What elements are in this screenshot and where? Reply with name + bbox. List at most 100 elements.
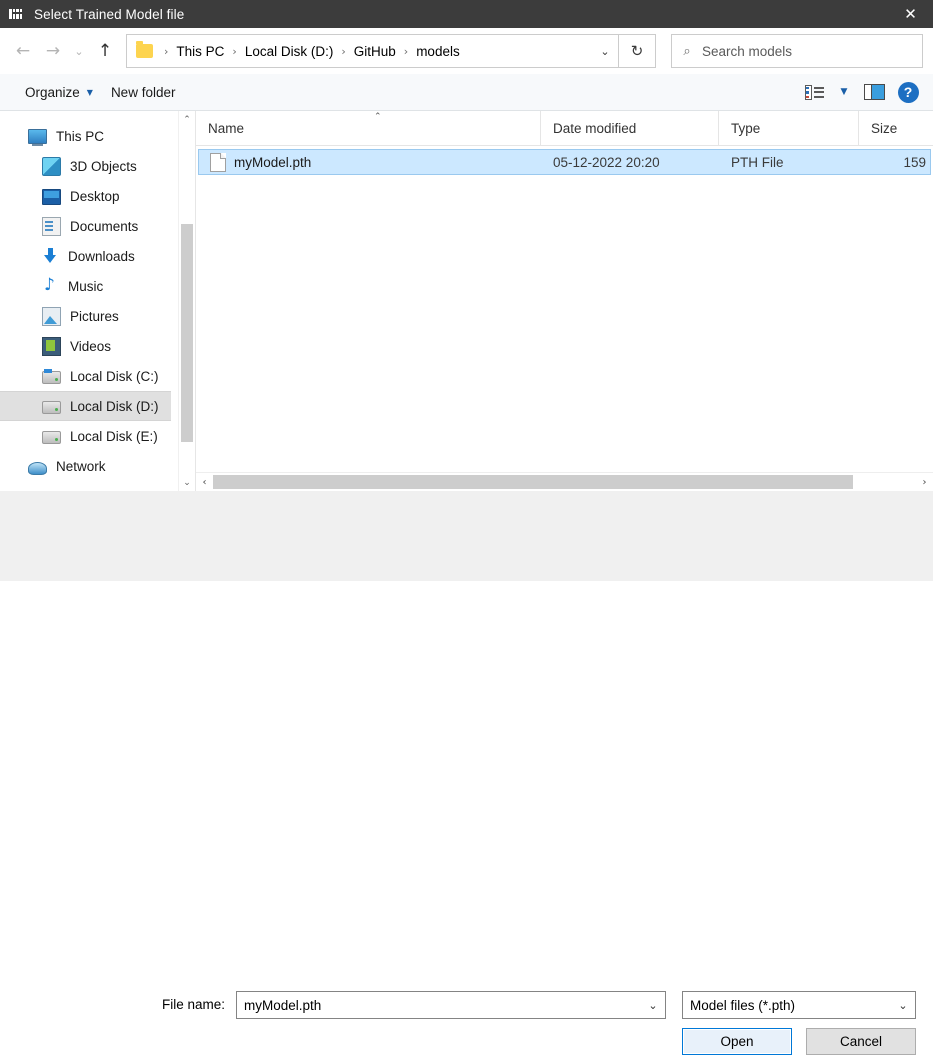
up-button[interactable]: ↑ xyxy=(90,36,120,66)
file-name-cell: myModel.pth xyxy=(199,150,542,174)
recent-locations-button[interactable]: ⌄ xyxy=(68,36,90,66)
scroll-down-icon[interactable]: ⌄ xyxy=(179,474,195,491)
music-icon xyxy=(42,275,59,295)
new-folder-label: New folder xyxy=(110,84,176,100)
sidebar-item-network[interactable]: Network xyxy=(0,451,171,481)
scroll-up-icon[interactable]: ⌃ xyxy=(179,111,195,128)
view-list-icon xyxy=(804,84,824,100)
back-icon: ← xyxy=(15,40,31,61)
sidebar-item-videos[interactable]: Videos xyxy=(0,331,171,361)
search-placeholder: Search models xyxy=(702,43,793,59)
file-icon xyxy=(210,152,226,172)
cube-icon xyxy=(42,156,61,176)
column-header-label: Size xyxy=(871,120,898,136)
sidebar-item-label: Videos xyxy=(70,338,112,354)
column-header-name[interactable]: Name ⌃ xyxy=(196,111,541,145)
file-open-dialog: Select Trained Model file ✕ ← → ⌄ ↑ › Th… xyxy=(0,0,933,1055)
scroll-left-icon[interactable]: ‹ xyxy=(196,473,213,491)
view-dropdown-button[interactable]: ▼ xyxy=(831,78,857,106)
breadcrumb-list: › This PC › Local Disk (D:) › GitHub › m… xyxy=(159,42,592,61)
sort-ascending-icon: ⌃ xyxy=(374,112,382,122)
sidebar-scrollbar-thumb[interactable] xyxy=(181,224,193,442)
breadcrumb-item-local-disk-d[interactable]: Local Disk (D:) xyxy=(242,42,337,61)
computer-icon xyxy=(28,129,47,146)
sidebar-item-local-disk-c[interactable]: Local Disk (C:) xyxy=(0,361,171,391)
sidebar-item-local-disk-d[interactable]: Local Disk (D:) xyxy=(0,391,171,421)
sidebar-item-label: Network xyxy=(56,458,106,474)
column-header-size[interactable]: Size xyxy=(859,111,933,145)
refresh-icon[interactable]: ↻ xyxy=(619,34,656,68)
breadcrumb-separator: › xyxy=(341,44,346,58)
cancel-button[interactable]: Cancel xyxy=(806,1028,916,1055)
breadcrumb-item-this-pc[interactable]: This PC xyxy=(173,42,227,61)
horizontal-scrollbar-track[interactable] xyxy=(213,473,916,491)
drive-icon xyxy=(42,431,61,444)
chevron-down-icon[interactable]: ⌄ xyxy=(891,999,915,1012)
sidebar-item-downloads[interactable]: Downloads xyxy=(0,241,171,271)
column-header-date-modified[interactable]: Date modified xyxy=(541,111,719,145)
preview-pane-button[interactable] xyxy=(857,78,891,106)
close-icon[interactable]: ✕ xyxy=(888,0,933,28)
downloads-icon xyxy=(42,247,59,265)
sidebar-item-pictures[interactable]: Pictures xyxy=(0,301,171,331)
desktop-icon xyxy=(42,188,61,205)
organize-button[interactable]: Organize ▼ xyxy=(16,80,102,105)
sidebar-item-label: This PC xyxy=(56,128,105,144)
sidebar-item-documents[interactable]: Documents xyxy=(0,211,171,241)
network-icon xyxy=(28,461,47,475)
file-date-cell: 05-12-2022 20:20 xyxy=(553,154,660,170)
file-name-input[interactable]: myModel.pth ⌄ xyxy=(236,991,666,1019)
breadcrumb-dropdown-icon[interactable]: ⌄ xyxy=(592,36,618,66)
sidebar-item-label: Music xyxy=(68,278,104,294)
scroll-right-icon[interactable]: › xyxy=(916,473,933,491)
change-view-button[interactable] xyxy=(797,78,831,106)
sidebar-item-music[interactable]: Music xyxy=(0,271,171,301)
breadcrumb-separator: › xyxy=(232,44,237,58)
help-icon: ? xyxy=(897,81,919,103)
search-input[interactable]: ⌕ Search models xyxy=(671,34,923,68)
breadcrumb-separator: › xyxy=(164,44,169,58)
breadcrumb-item-models[interactable]: models xyxy=(413,42,463,61)
sidebar-item-desktop[interactable]: Desktop xyxy=(0,181,171,211)
back-button[interactable]: ← xyxy=(8,36,38,66)
dialog-title: Select Trained Model file xyxy=(34,6,185,22)
file-list-horizontal-scrollbar[interactable]: ‹ › xyxy=(196,472,933,491)
file-list-pane: Name ⌃ Date modified Type Size myModel.p… xyxy=(196,111,933,491)
search-icon: ⌕ xyxy=(683,43,691,59)
sidebar-item-3d-objects[interactable]: 3D Objects xyxy=(0,151,171,181)
navigation-pane: This PC 3D Objects Desktop Documents Dow… xyxy=(0,111,196,491)
column-header-type[interactable]: Type xyxy=(719,111,859,145)
forward-icon: → xyxy=(45,40,61,61)
file-size-cell: 159 xyxy=(903,154,926,170)
open-button[interactable]: Open xyxy=(682,1028,792,1055)
sidebar-item-label: Local Disk (E:) xyxy=(70,428,158,444)
file-name-label: File name: xyxy=(162,997,226,1012)
breadcrumb-separator: › xyxy=(403,44,409,58)
breadcrumb-item-github[interactable]: GitHub xyxy=(351,42,399,61)
forward-button[interactable]: → xyxy=(38,36,68,66)
sidebar-scrollbar[interactable]: ⌃ ⌄ xyxy=(178,111,195,491)
chevron-down-icon: ⌄ xyxy=(74,44,84,58)
sidebar-item-label: Pictures xyxy=(70,308,119,324)
file-type-select[interactable]: Model files (*.pth) ⌄ xyxy=(682,991,916,1019)
documents-icon xyxy=(42,216,61,236)
sidebar-item-label: Local Disk (D:) xyxy=(70,398,159,414)
chevron-down-icon[interactable]: ⌄ xyxy=(641,999,665,1012)
navigation-bar: ← → ⌄ ↑ › This PC › Local Disk (D:) › Gi… xyxy=(0,28,933,74)
sidebar-item-this-pc[interactable]: This PC xyxy=(0,121,171,151)
app-logo-icon xyxy=(9,6,25,22)
table-row[interactable]: myModel.pth 05-12-2022 20:20 PTH File 15… xyxy=(198,149,931,175)
sidebar-item-local-disk-e[interactable]: Local Disk (E:) xyxy=(0,421,171,451)
chevron-down-icon: ▼ xyxy=(86,87,93,97)
chevron-down-icon: ▼ xyxy=(840,87,848,97)
file-name-label: myModel.pth xyxy=(234,154,312,170)
help-button[interactable]: ? xyxy=(891,78,925,106)
new-folder-button[interactable]: New folder xyxy=(102,80,185,105)
breadcrumb[interactable]: › This PC › Local Disk (D:) › GitHub › m… xyxy=(126,34,619,68)
file-rows: myModel.pth 05-12-2022 20:20 PTH File 15… xyxy=(196,146,933,472)
file-type-value: Model files (*.pth) xyxy=(690,997,796,1013)
horizontal-scrollbar-thumb[interactable] xyxy=(213,475,853,489)
preview-pane-icon xyxy=(863,84,885,100)
title-bar: Select Trained Model file ✕ xyxy=(0,0,933,28)
sidebar-item-label: Documents xyxy=(70,218,139,234)
